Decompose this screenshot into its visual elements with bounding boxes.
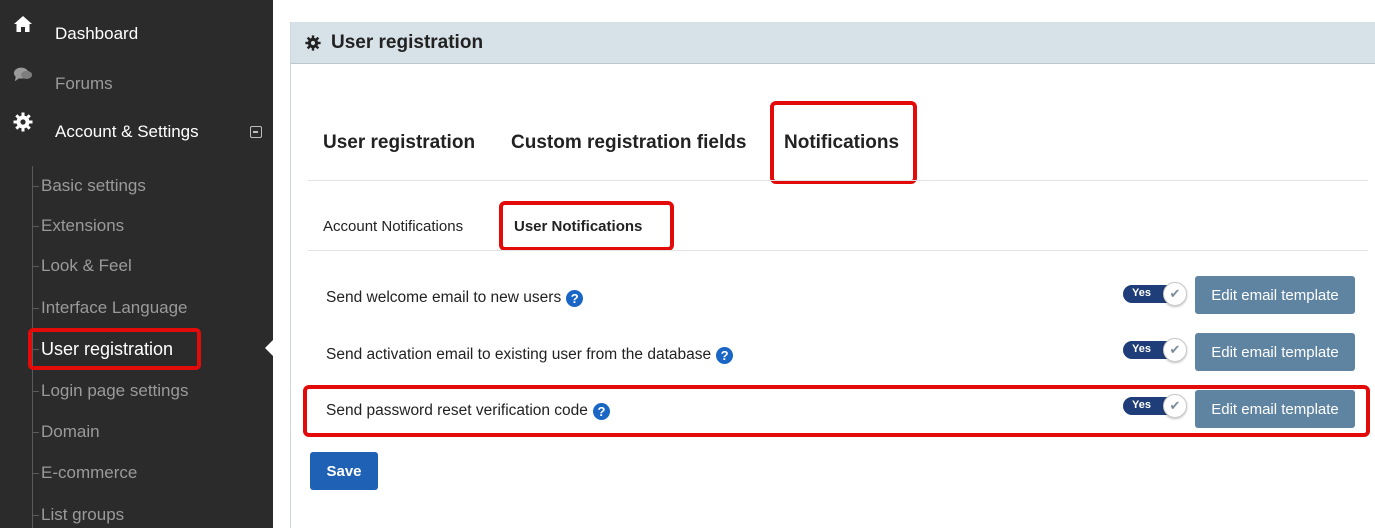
- gear-icon: [13, 112, 33, 132]
- sidebar: Dashboard Forums Account & Settings Basi…: [0, 0, 273, 528]
- sidebar-item-interface-language[interactable]: Interface Language: [0, 288, 273, 328]
- tree-tick: [32, 515, 39, 516]
- sidebar-item-look-feel[interactable]: Look & Feel: [0, 246, 273, 286]
- highlight-box-notifications-tab: [770, 101, 917, 184]
- tree-tick: [32, 473, 39, 474]
- page-title: User registration: [331, 31, 484, 53]
- sidebar-item-account-settings[interactable]: Account & Settings: [0, 112, 273, 152]
- help-icon[interactable]: ?: [716, 346, 734, 364]
- sidebar-item-label: Login page settings: [41, 381, 189, 400]
- sidebar-item-label: Interface Language: [41, 298, 188, 317]
- sidebar-item-label: Domain: [41, 422, 100, 441]
- tree-tick: [32, 186, 39, 187]
- tree-tick: [32, 391, 39, 392]
- help-icon[interactable]: ?: [566, 289, 584, 307]
- setting-label: Send activation email to existing user f…: [326, 346, 712, 363]
- checkmark-icon: ✔: [1163, 282, 1187, 306]
- home-icon: [13, 14, 33, 34]
- activation-email-toggle[interactable]: Yes ✔: [1123, 338, 1187, 362]
- toggle-label: Yes: [1132, 287, 1151, 299]
- tree-tick: [32, 226, 39, 227]
- checkmark-icon: ✔: [1163, 338, 1187, 362]
- tab-user-registration[interactable]: User registration: [323, 132, 475, 154]
- sidebar-item-dashboard[interactable]: Dashboard: [0, 14, 273, 54]
- active-caret-icon: [265, 340, 273, 356]
- sidebar-item-label: List groups: [41, 505, 125, 524]
- setting-label: Send welcome email to new users: [326, 289, 562, 306]
- tab-custom-registration-fields[interactable]: Custom registration fields: [511, 132, 746, 154]
- sidebar-item-label: Look & Feel: [41, 256, 132, 275]
- welcome-email-toggle[interactable]: Yes ✔: [1123, 282, 1187, 306]
- collapse-icon[interactable]: [250, 126, 262, 138]
- tree-tick: [32, 266, 39, 267]
- sidebar-item-label: Forums: [55, 74, 113, 93]
- sidebar-item-label: Basic settings: [41, 176, 146, 195]
- save-button[interactable]: Save: [310, 452, 378, 490]
- sidebar-item-login-page-settings[interactable]: Login page settings: [0, 371, 273, 411]
- edit-welcome-template-button[interactable]: Edit email template: [1195, 276, 1355, 314]
- tree-tick: [32, 432, 39, 433]
- sidebar-item-label: Dashboard: [55, 24, 139, 43]
- highlight-box-user-notifications: [499, 201, 674, 251]
- subtabs-divider: [308, 250, 1368, 251]
- gear-icon: [305, 35, 321, 56]
- toggle-label: Yes: [1132, 343, 1151, 355]
- highlight-box-password-reset-row: [303, 385, 1370, 437]
- panel-header: User registration: [291, 22, 1375, 64]
- sidebar-item-list-groups[interactable]: List groups: [0, 495, 273, 528]
- sidebar-item-label: E-commerce: [41, 463, 138, 482]
- tabs-divider: [308, 180, 1368, 181]
- sidebar-item-domain[interactable]: Domain: [0, 412, 273, 452]
- tree-tick: [32, 308, 39, 309]
- edit-activation-template-button[interactable]: Edit email template: [1195, 333, 1355, 371]
- sidebar-item-basic-settings[interactable]: Basic settings: [0, 166, 273, 206]
- settings-panel: User registration: [290, 22, 1375, 528]
- highlight-box-sidebar: [28, 328, 201, 370]
- sidebar-item-label: Extensions: [41, 216, 125, 235]
- subtab-account-notifications[interactable]: Account Notifications: [323, 218, 463, 235]
- sidebar-item-extensions[interactable]: Extensions: [0, 206, 273, 246]
- chat-bubbles-icon: [13, 64, 33, 84]
- setting-row-welcome-email: Send welcome email to new users ?: [326, 289, 584, 307]
- sidebar-item-forums[interactable]: Forums: [0, 64, 273, 104]
- setting-row-activation-email: Send activation email to existing user f…: [326, 346, 734, 364]
- sidebar-item-e-commerce[interactable]: E-commerce: [0, 453, 273, 493]
- sidebar-item-label: Account & Settings: [55, 122, 199, 141]
